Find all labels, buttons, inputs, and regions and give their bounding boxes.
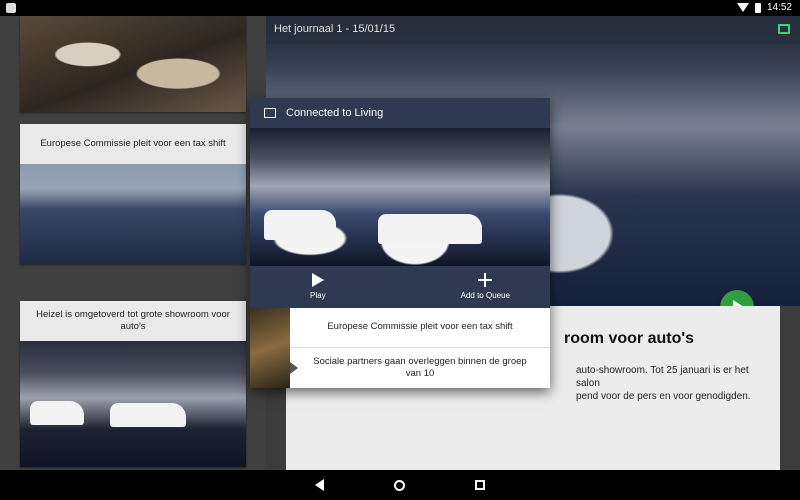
current-item-caret-icon: [290, 362, 298, 374]
recents-icon[interactable]: [475, 480, 485, 490]
status-bar: 14:52: [0, 0, 800, 16]
navigation-bar: [0, 470, 800, 500]
dialog-title: Connected to Living: [286, 107, 384, 119]
cast-dialog: Connected to Living Play Add to Queue Eu…: [250, 98, 550, 388]
battery-icon: [754, 2, 761, 13]
now-playing-image: [250, 128, 550, 266]
detail-title: Het journaal 1 - 15/01/15: [274, 23, 396, 35]
news-card[interactable]: [20, 16, 246, 112]
news-card[interactable]: Europese Commissie pleit voor een tax sh…: [20, 124, 246, 264]
queue-thumbnail: [250, 308, 290, 388]
play-icon: [311, 273, 324, 287]
back-icon[interactable]: [315, 479, 324, 491]
dialog-header: Connected to Living: [250, 98, 550, 128]
news-card-title: Heizel is omgetoverd tot grote showroom …: [20, 301, 246, 341]
app-icon: [6, 3, 16, 13]
cast-icon: [264, 108, 276, 118]
home-icon[interactable]: [394, 479, 405, 491]
add-icon: [478, 273, 493, 287]
queue-item[interactable]: Europese Commissie pleit voor een tax sh…: [290, 308, 550, 348]
add-label: Add to Queue: [460, 291, 510, 300]
news-thumbnail: [20, 341, 246, 467]
news-list: Europese Commissie pleit voor een tax sh…: [0, 16, 266, 470]
dialog-controls: Play Add to Queue: [250, 266, 550, 308]
play-control[interactable]: Play: [310, 266, 326, 308]
news-card-title: Europese Commissie pleit voor een tax sh…: [20, 124, 246, 164]
news-card[interactable]: Heizel is omgetoverd tot grote showroom …: [20, 301, 246, 467]
news-thumbnail: [20, 164, 246, 264]
play-label: Play: [310, 291, 326, 300]
news-thumbnail: [20, 16, 246, 112]
add-to-queue-control[interactable]: Add to Queue: [461, 266, 510, 308]
detail-header: Het journaal 1 - 15/01/15: [266, 16, 800, 44]
cast-icon[interactable]: [778, 24, 790, 34]
wifi-icon: [736, 3, 749, 12]
clock: 14:52: [766, 2, 792, 13]
queue-item[interactable]: Sociale partners gaan overleggen binnen …: [290, 348, 550, 388]
queue-list: Europese Commissie pleit voor een tax sh…: [290, 308, 550, 388]
